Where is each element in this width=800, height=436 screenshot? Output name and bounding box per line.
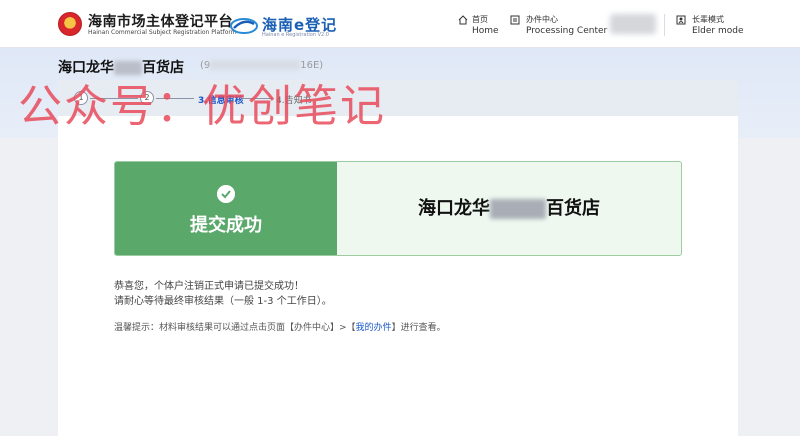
- national-emblem-icon: [58, 12, 82, 36]
- site-title: 海南市场主体登记平台: [88, 14, 233, 30]
- progress-steps: 1 2 3.信息审核 4.告知书: [58, 80, 738, 116]
- step-2-circle: 2: [140, 91, 154, 105]
- success-status-block: 提交成功: [115, 162, 337, 255]
- nav-home-label: 首页: [472, 15, 488, 24]
- success-company-redacted: [490, 199, 546, 219]
- company-name-redacted: [114, 61, 142, 75]
- step-connector: [156, 98, 194, 99]
- nav-processing-label-en: Processing Center: [526, 26, 608, 36]
- nav-elder-label-en: Elder mode: [692, 26, 744, 36]
- nav-processing-center[interactable]: 办件中心 Processing Center: [510, 14, 620, 40]
- elder-mode-icon: [676, 15, 686, 25]
- success-company-name: 海口龙华 百货店: [337, 162, 681, 255]
- company-code-redacted: [210, 60, 301, 70]
- nav-divider: [664, 14, 665, 36]
- e-registration-subtitle: Hainan e Registration V2.0: [262, 32, 329, 38]
- company-name-suffix: 百货店: [142, 60, 184, 76]
- tip-suffix: 】进行查看。: [391, 323, 446, 333]
- success-company-prefix: 海口龙华: [418, 198, 490, 219]
- user-name-redacted[interactable]: [610, 14, 656, 34]
- step-connector: [90, 98, 138, 99]
- nav-processing-label: 办件中心: [526, 15, 558, 24]
- company-code-suffix: 16E): [300, 60, 324, 71]
- company-code: (9 16E): [200, 60, 323, 71]
- success-message-line1: 恭喜您，个体户注销正式申请已提交成功！: [114, 281, 304, 292]
- success-message-line2: 请耐心等待最终审核结果（一般 1-3 个工作日）。: [114, 296, 332, 307]
- nav-home[interactable]: 首页 Home: [458, 14, 508, 40]
- nav-elder-mode[interactable]: 长辈模式 Elder mode: [676, 14, 766, 40]
- tip-prefix: 温馨提示：材料审核结果可以通过点击页面【办件中心】>【: [114, 323, 356, 333]
- document-icon: [510, 15, 520, 25]
- main-card: [58, 80, 738, 436]
- e-registration-logo-icon: [230, 18, 258, 34]
- step-1-circle: 1: [74, 91, 88, 105]
- success-company-suffix: 百货店: [546, 198, 600, 219]
- company-title: 海口龙华 百货店: [58, 57, 184, 77]
- site-subtitle: Hainan Commercial Subject Registration P…: [88, 29, 237, 36]
- top-header: 海南市场主体登记平台 Hainan Commercial Subject Reg…: [0, 0, 800, 48]
- company-code-prefix: (9: [200, 60, 211, 71]
- success-panel: 提交成功 海口龙华 百货店: [114, 161, 682, 256]
- step-3-label: 3.信息审核: [198, 96, 244, 106]
- nav-elder-label: 长辈模式: [692, 15, 724, 24]
- home-icon: [458, 15, 468, 25]
- step-4-label: 4.告知书: [276, 96, 312, 106]
- check-circle-icon: [217, 185, 235, 203]
- step-connector: [242, 98, 272, 99]
- my-cases-link[interactable]: 我的办件: [356, 323, 392, 333]
- company-name-prefix: 海口龙华: [58, 60, 114, 76]
- nav-home-label-en: Home: [472, 26, 499, 36]
- tip-text: 温馨提示：材料审核结果可以通过点击页面【办件中心】>【我的办件】进行查看。: [114, 320, 446, 333]
- success-status-text: 提交成功: [190, 215, 262, 236]
